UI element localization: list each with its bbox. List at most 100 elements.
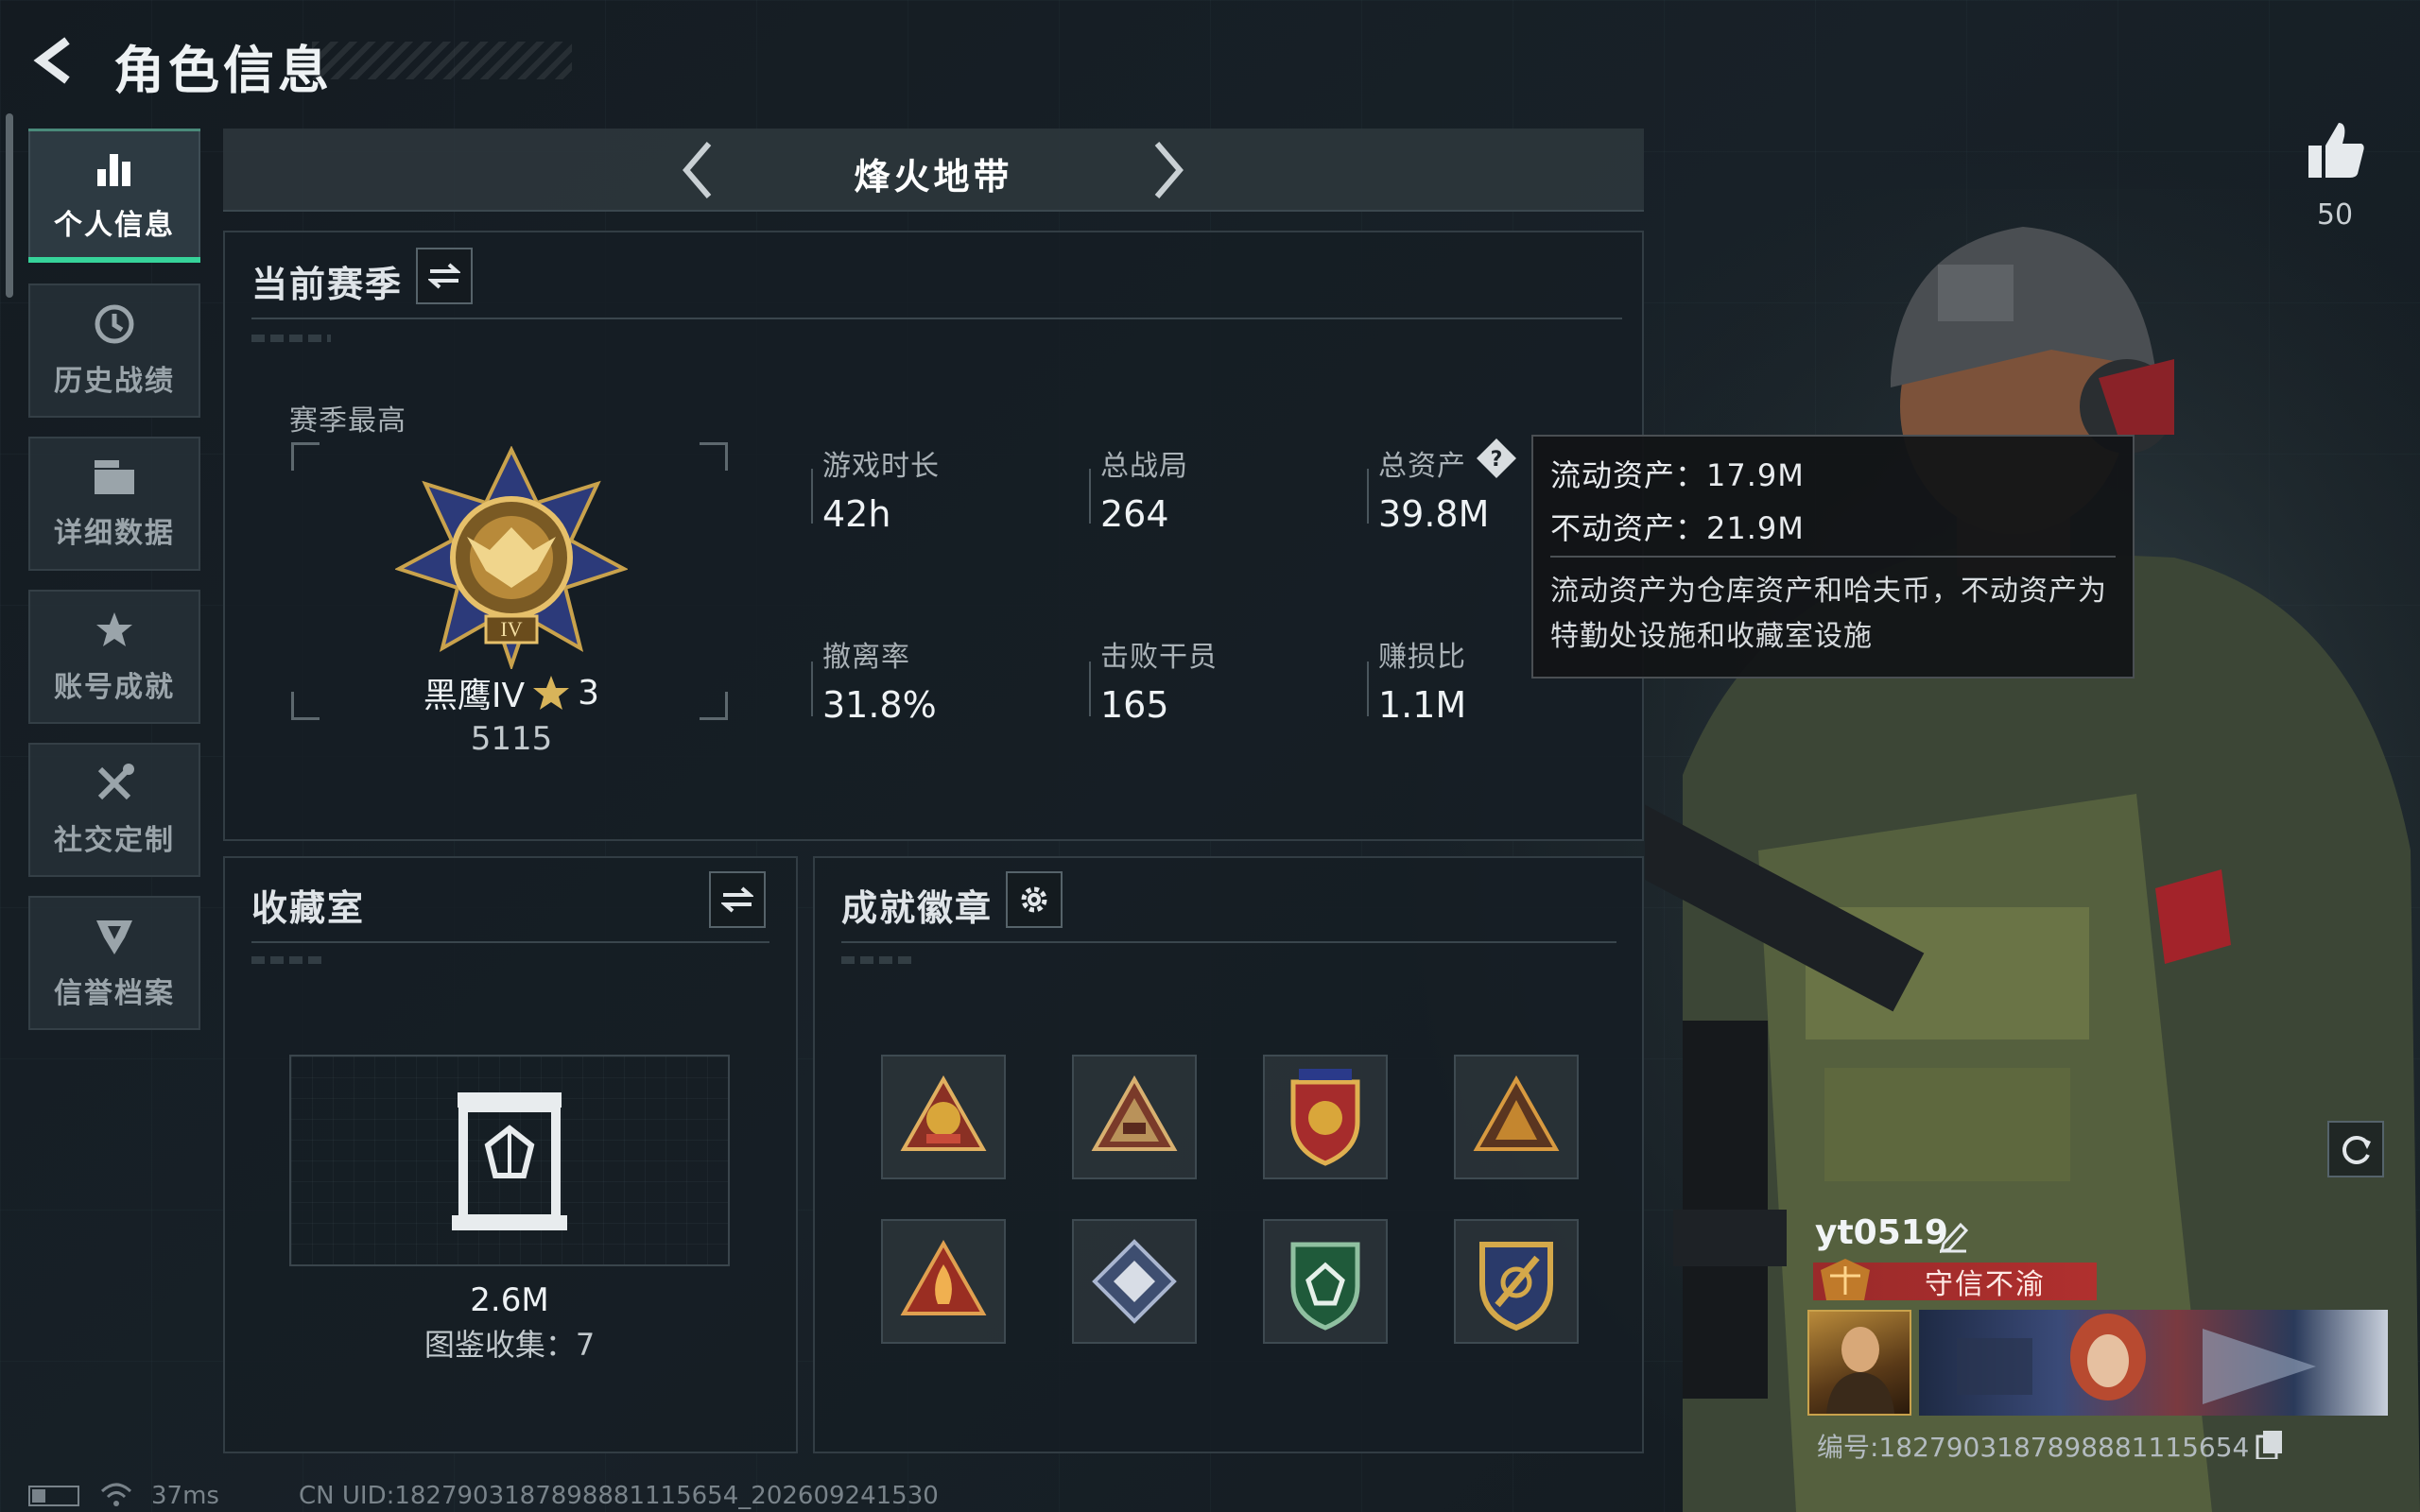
tooltip-liquid-assets: 流动资产：17.9M: [1550, 457, 1805, 493]
footer-uid: CN UID:1827903187898881115654_2026092415…: [299, 1482, 939, 1510]
player-name: yt0519: [1815, 1213, 1948, 1252]
season-title: 当前赛季: [251, 264, 404, 305]
sidebar-scrollbar[interactable]: [6, 113, 13, 298]
mode-selector: 烽火地带: [223, 129, 1644, 212]
squad-triangle-badge-icon: [1473, 1074, 1560, 1151]
gem-shield-badge-icon: [1290, 1242, 1360, 1331]
achievement-star-icon: [96, 612, 132, 646]
sidebar-item-label: 信誉档案: [54, 977, 175, 1010]
tooltip-divider: [1550, 556, 2116, 558]
collection-display[interactable]: [289, 1055, 730, 1266]
bar-chart-icon: [97, 154, 130, 186]
rank-star-icon: [533, 676, 570, 710]
decorative-text: [841, 956, 917, 964]
stat-value-matches: 264: [1100, 493, 1169, 535]
sidebar-item-label: 个人信息: [54, 209, 175, 242]
mode-name: 烽火地带: [854, 156, 1013, 198]
sidebar-item-label: 账号成就: [54, 671, 175, 704]
sidebar-item-label: 社交定制: [54, 824, 175, 857]
collection-title: 收藏室: [251, 887, 366, 929]
profile-card-strip[interactable]: [1807, 1310, 2388, 1416]
rank-emblem-icon: IV: [395, 446, 628, 669]
sidebar-item-label: 历史战绩: [54, 365, 175, 398]
stat-marker: [1367, 662, 1369, 716]
stat-value-kills: 165: [1100, 684, 1169, 726]
season-divider: [251, 318, 1622, 319]
stat-marker: [811, 469, 813, 524]
frame-corner: [291, 692, 320, 720]
sidebar-item-social[interactable]: 社交定制: [28, 743, 200, 877]
badge-slot-4[interactable]: [1454, 1055, 1579, 1179]
sidebar-item-personal-info[interactable]: 个人信息: [28, 129, 200, 263]
latency-label: 37ms: [151, 1482, 219, 1510]
svg-text:?: ?: [1491, 448, 1503, 472]
sword-crest-badge-icon: [1479, 1242, 1553, 1332]
badge-slot-3[interactable]: [1263, 1055, 1388, 1179]
stat-label-matches: 总战局: [1100, 450, 1188, 483]
elite-triangle-badge-icon: [1091, 1074, 1178, 1151]
stat-marker: [1367, 469, 1369, 524]
edit-name-button[interactable]: [1938, 1219, 1972, 1254]
collection-value: 2.6M: [470, 1281, 549, 1319]
stat-value-profit-ratio: 1.1M: [1378, 684, 1467, 726]
badge-slot-1[interactable]: [881, 1055, 1006, 1179]
refresh-icon: [2342, 1136, 2371, 1164]
armor-diamond-badge-icon: [1092, 1239, 1177, 1324]
question-diamond-icon: ?: [1477, 438, 1516, 478]
player-uid: 编号:1827903187898881115654: [1817, 1432, 2250, 1463]
stat-label-extraction-rate: 撤离率: [822, 641, 910, 674]
display-case-icon: [452, 1092, 567, 1230]
page-title: 角色信息: [113, 41, 333, 100]
stat-marker: [811, 662, 813, 716]
chevron-right-icon: [1154, 142, 1184, 198]
rank-line: 黑鹰IV 3: [412, 669, 611, 716]
frame-corner: [700, 692, 728, 720]
rank-name: 黑鹰IV: [423, 677, 526, 715]
sidebar-item-detailed-data[interactable]: 详细数据: [28, 437, 200, 571]
asset-help-button[interactable]: ?: [1475, 437, 1518, 480]
stat-label-assets: 总资产: [1378, 450, 1466, 483]
season-switch-button[interactable]: [416, 248, 473, 304]
collection-switch-button[interactable]: [709, 871, 766, 928]
frame-corner: [291, 442, 320, 471]
thumbs-up-icon: [2308, 123, 2364, 178]
stat-marker: [1089, 469, 1091, 524]
gear-icon: [1021, 886, 1047, 913]
collection-divider: [251, 941, 769, 943]
decorative-text: [251, 335, 331, 342]
avatar-portrait-icon: [1826, 1327, 1894, 1414]
badge-slot-5[interactable]: [881, 1219, 1006, 1344]
flame-triangle-badge-icon: [900, 1239, 987, 1315]
stat-label-kills: 击败干员: [1100, 641, 1218, 674]
reputation-badge: 守信不渝: [1813, 1259, 2097, 1301]
pencil-icon: [1939, 1222, 1969, 1254]
like-count: 50: [2316, 198, 2354, 232]
avatar[interactable]: [1807, 1310, 1911, 1416]
tooltip-fixed-assets: 不动资产：21.9M: [1550, 510, 1805, 546]
stat-value-extraction-rate: 31.8%: [822, 684, 937, 726]
name-card-banner[interactable]: [1919, 1310, 2388, 1416]
badge-slot-8[interactable]: [1454, 1219, 1579, 1344]
stat-value-assets: 39.8M: [1378, 493, 1490, 535]
badge-slot-2[interactable]: [1072, 1055, 1197, 1179]
badge-slot-6[interactable]: [1072, 1219, 1197, 1344]
badges-divider: [841, 941, 1616, 943]
badges-title: 成就徽章: [841, 887, 994, 929]
frame-corner: [700, 442, 728, 471]
sidebar-item-label: 详细数据: [54, 517, 175, 550]
mode-next-button[interactable]: [1136, 138, 1201, 202]
rotate-view-button[interactable]: [2327, 1121, 2384, 1177]
tooltip-description: 流动资产为仓库资产和哈夫币，不动资产为特勤处设施和收藏室设施: [1550, 575, 2107, 653]
badge-slot-7[interactable]: [1263, 1219, 1388, 1344]
asset-tooltip: 流动资产：17.9M 不动资产：21.9M 流动资产为仓库资产和哈夫币，不动资产…: [1531, 435, 2135, 679]
sidebar-item-achievements[interactable]: 账号成就: [28, 590, 200, 724]
like-button[interactable]: [2307, 119, 2367, 185]
sidebar-item-reputation[interactable]: 信誉档案: [28, 896, 200, 1030]
copy-uid-button[interactable]: [2256, 1429, 2284, 1461]
season-best-label: 赛季最高: [289, 404, 406, 438]
sidebar-item-history[interactable]: 历史战绩: [28, 284, 200, 418]
back-button[interactable]: [26, 32, 83, 89]
badges-settings-button[interactable]: [1006, 871, 1063, 928]
rank-stars: 3: [578, 673, 600, 713]
swap-arrows-icon: [721, 886, 753, 913]
